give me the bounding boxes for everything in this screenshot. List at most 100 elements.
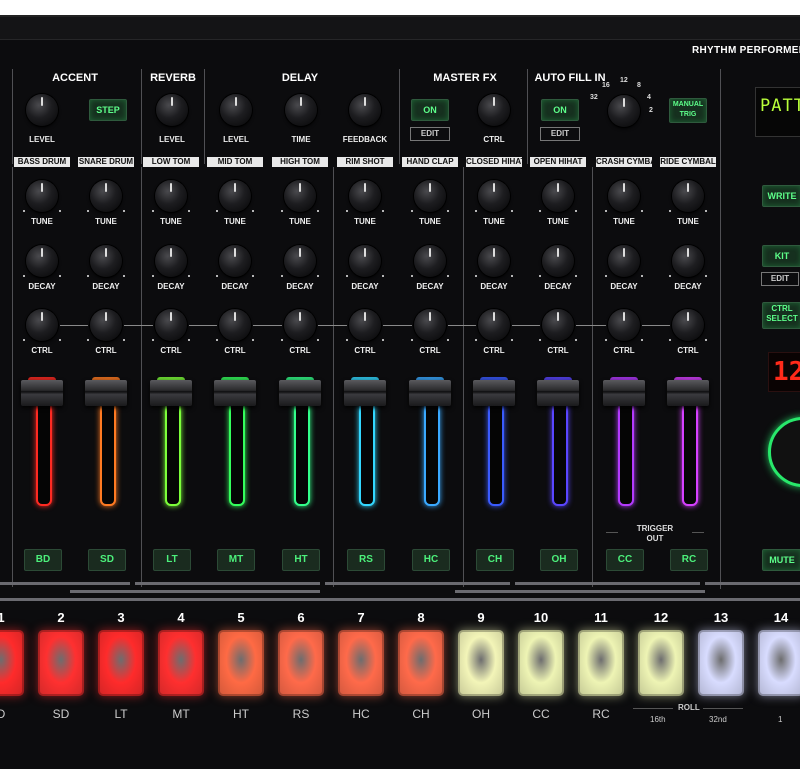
decay-label: DECAY — [221, 282, 249, 291]
tune-knob[interactable] — [478, 180, 510, 212]
reverb-level-knob[interactable] — [156, 94, 188, 126]
instrument-button-ch[interactable]: CH — [476, 549, 514, 571]
tune-knob[interactable] — [349, 180, 381, 212]
tune-knob[interactable] — [284, 180, 316, 212]
fader-cap[interactable] — [150, 380, 192, 406]
decay-knob[interactable] — [542, 245, 574, 277]
step-pad-4[interactable] — [158, 630, 204, 696]
tune-knob[interactable] — [155, 180, 187, 212]
decay-knob[interactable] — [414, 245, 446, 277]
fader-cap[interactable] — [214, 380, 256, 406]
section-master-fx: MASTER FX — [433, 72, 497, 84]
step-button[interactable]: STEP — [89, 99, 127, 121]
fader-cap[interactable] — [409, 380, 451, 406]
ctrl-knob[interactable] — [284, 309, 316, 341]
fader-cap[interactable] — [279, 380, 321, 406]
accent-level-knob[interactable] — [26, 94, 58, 126]
instrument-button-rs[interactable]: RS — [347, 549, 385, 571]
ctrl-knob[interactable] — [478, 309, 510, 341]
ctrl-knob[interactable] — [608, 309, 640, 341]
fader-cap[interactable] — [473, 380, 515, 406]
step-pad-1[interactable] — [0, 630, 24, 696]
tune-label: TUNE — [483, 217, 505, 226]
step-pad-8[interactable] — [398, 630, 444, 696]
instrument-button-mt[interactable]: MT — [217, 549, 255, 571]
decay-knob[interactable] — [349, 245, 381, 277]
decay-knob[interactable] — [219, 245, 251, 277]
manual-trig-button[interactable]: MANUAL TRIG — [669, 98, 707, 123]
instrument-button-sd[interactable]: SD — [88, 549, 126, 571]
tune-knob[interactable] — [26, 180, 58, 212]
master-fx-on-button[interactable]: ON — [411, 99, 449, 121]
ctrl-knob[interactable] — [542, 309, 574, 341]
ctrl-knob[interactable] — [672, 309, 704, 341]
instrument-button-lt[interactable]: LT — [153, 549, 191, 571]
decay-knob[interactable] — [90, 245, 122, 277]
auto-fill-edit-button[interactable]: EDIT — [540, 127, 580, 141]
ctrl-knob[interactable] — [219, 309, 251, 341]
ctrl-label: CTRL — [31, 346, 53, 355]
step-pad-13[interactable] — [698, 630, 744, 696]
fader-cap[interactable] — [667, 380, 709, 406]
fader-cap[interactable] — [603, 380, 645, 406]
tune-label: TUNE — [95, 217, 117, 226]
delay-level-knob[interactable] — [220, 94, 252, 126]
step-pad-10[interactable] — [518, 630, 564, 696]
step-pad-5[interactable] — [218, 630, 264, 696]
instrument-button-hc[interactable]: HC — [412, 549, 450, 571]
tune-knob[interactable] — [219, 180, 251, 212]
roll-line — [703, 708, 743, 709]
ctrl-knob[interactable] — [26, 309, 58, 341]
step-pad-14[interactable] — [758, 630, 800, 696]
tune-knob[interactable] — [90, 180, 122, 212]
instrument-button-oh[interactable]: OH — [540, 549, 578, 571]
mute-button[interactable]: MUTE — [762, 549, 800, 571]
decay-knob[interactable] — [672, 245, 704, 277]
ctrl-knob[interactable] — [155, 309, 187, 341]
fader-cap[interactable] — [85, 380, 127, 406]
stripe — [455, 590, 705, 593]
kit-edit-button[interactable]: EDIT — [761, 272, 799, 286]
kit-button[interactable]: KIT — [762, 245, 800, 267]
knob-scale — [215, 275, 255, 279]
scale-4: 4 — [647, 94, 651, 101]
tune-knob[interactable] — [608, 180, 640, 212]
step-pad-7[interactable] — [338, 630, 384, 696]
decay-knob[interactable] — [608, 245, 640, 277]
step-pad-6[interactable] — [278, 630, 324, 696]
delay-feedback-label: FEEDBACK — [342, 135, 388, 144]
step-pad-9[interactable] — [458, 630, 504, 696]
tune-knob[interactable] — [542, 180, 574, 212]
write-button[interactable]: WRITE — [762, 185, 800, 207]
tempo-dial[interactable] — [768, 417, 800, 487]
ctrl-select-button[interactable]: CTRL SELECT — [762, 302, 800, 329]
ctrl-link-line — [318, 325, 347, 326]
master-fx-edit-button[interactable]: EDIT — [410, 127, 450, 141]
delay-time-knob[interactable] — [285, 94, 317, 126]
master-fx-ctrl-knob[interactable] — [478, 94, 510, 126]
step-pad-2[interactable] — [38, 630, 84, 696]
step-pad-3[interactable] — [98, 630, 144, 696]
ctrl-knob[interactable] — [90, 309, 122, 341]
ctrl-knob[interactable] — [349, 309, 381, 341]
instrument-button-rc[interactable]: RC — [670, 549, 708, 571]
step-pad-11[interactable] — [578, 630, 624, 696]
tune-knob[interactable] — [414, 180, 446, 212]
fader-cap[interactable] — [344, 380, 386, 406]
decay-knob[interactable] — [155, 245, 187, 277]
tune-label: TUNE — [547, 217, 569, 226]
delay-feedback-knob[interactable] — [349, 94, 381, 126]
tune-knob[interactable] — [672, 180, 704, 212]
tune-label: TUNE — [31, 217, 53, 226]
auto-fill-on-button[interactable]: ON — [541, 99, 579, 121]
decay-knob[interactable] — [26, 245, 58, 277]
step-pad-12[interactable] — [638, 630, 684, 696]
ctrl-knob[interactable] — [414, 309, 446, 341]
instrument-button-cc[interactable]: CC — [606, 549, 644, 571]
fader-cap[interactable] — [537, 380, 579, 406]
instrument-button-bd[interactable]: BD — [24, 549, 62, 571]
decay-knob[interactable] — [284, 245, 316, 277]
instrument-button-ht[interactable]: HT — [282, 549, 320, 571]
decay-knob[interactable] — [478, 245, 510, 277]
fader-cap[interactable] — [21, 380, 63, 406]
